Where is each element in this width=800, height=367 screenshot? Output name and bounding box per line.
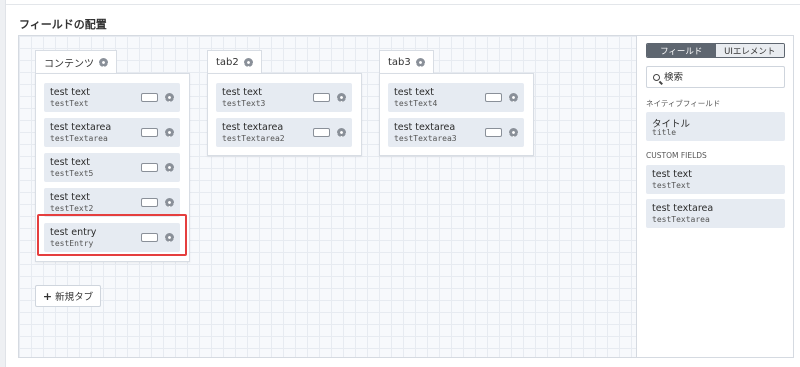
field-item[interactable]: test text testText5 <box>44 153 180 182</box>
field-label: test text <box>50 192 91 203</box>
visibility-toggle-icon[interactable] <box>141 163 158 172</box>
palette-field-item[interactable]: test textarea testTextarea <box>646 199 785 228</box>
tab-label: tab3 <box>388 57 411 68</box>
new-tab-button[interactable]: + 新規タブ <box>35 285 101 307</box>
visibility-toggle-icon[interactable] <box>485 128 502 137</box>
field-label: test text <box>50 157 91 168</box>
field-item[interactable]: test textarea testTextarea <box>44 118 180 147</box>
tab-header-tab3[interactable]: tab3 <box>379 50 434 74</box>
visibility-toggle-icon[interactable] <box>141 93 158 102</box>
palette-segmented-control: フィールド UIエレメント <box>646 43 785 58</box>
gear-icon[interactable] <box>165 198 174 207</box>
left-sidebar-edge <box>0 0 6 367</box>
field-item[interactable]: test textarea testTextarea3 <box>388 118 524 147</box>
field-code: testTextarea3 <box>394 134 457 143</box>
field-code: testText4 <box>394 99 438 108</box>
segment-fields[interactable]: フィールド <box>647 44 716 57</box>
gear-icon[interactable] <box>509 128 518 137</box>
field-code: testText <box>50 99 89 108</box>
visibility-toggle-icon[interactable] <box>141 198 158 207</box>
tab-label: tab2 <box>216 57 239 68</box>
field-item[interactable]: test text testText3 <box>216 83 352 112</box>
gear-icon[interactable] <box>165 93 174 102</box>
search-input[interactable] <box>664 71 774 83</box>
palette-field-item[interactable]: タイトル title <box>646 112 785 141</box>
plus-icon: + <box>42 289 53 303</box>
tab-label: コンテンツ <box>44 59 94 70</box>
field-code: testText5 <box>50 169 94 178</box>
gear-icon[interactable] <box>337 93 346 102</box>
gear-icon[interactable] <box>243 58 253 67</box>
gear-icon[interactable] <box>165 128 174 137</box>
gear-icon[interactable] <box>165 163 174 172</box>
gear-icon[interactable] <box>509 93 518 102</box>
field-code: testText3 <box>222 99 266 108</box>
field-code: testTextarea2 <box>222 134 285 143</box>
search-icon <box>653 73 660 81</box>
field-code: testText <box>652 181 691 190</box>
visibility-toggle-icon[interactable] <box>141 128 158 137</box>
segment-ui-elements[interactable]: UIエレメント <box>715 44 784 57</box>
search-box[interactable] <box>646 66 785 88</box>
native-fields-heading: ネイティブフィールド <box>646 99 721 108</box>
top-divider <box>6 0 800 5</box>
field-label: test textarea <box>652 203 714 214</box>
field-label: test text <box>652 169 693 180</box>
field-label: test textarea <box>394 122 456 133</box>
visibility-toggle-icon[interactable] <box>313 128 330 137</box>
visibility-toggle-icon[interactable] <box>485 93 502 102</box>
gear-icon[interactable] <box>99 58 108 67</box>
field-label: test text <box>222 87 263 98</box>
field-code: title <box>652 128 677 137</box>
field-label: test text <box>50 87 91 98</box>
field-code: testTextarea <box>50 134 108 143</box>
tab-header-tab2[interactable]: tab2 <box>207 50 262 74</box>
field-item[interactable]: test text testText2 <box>44 188 180 217</box>
tab-header-contents[interactable]: コンテンツ <box>35 50 117 74</box>
section-title: フィールドの配置 <box>19 18 107 31</box>
selection-highlight <box>37 214 187 256</box>
field-label: test textarea <box>222 122 284 133</box>
field-code: testTextarea <box>652 215 710 224</box>
gear-icon[interactable] <box>337 128 346 137</box>
field-label: test textarea <box>50 122 112 133</box>
field-item[interactable]: test textarea testTextarea2 <box>216 118 352 147</box>
visibility-toggle-icon[interactable] <box>313 93 330 102</box>
new-tab-label: 新規タブ <box>55 292 94 303</box>
tab-card-tab2: test text testText3 test textarea testTe… <box>207 73 362 156</box>
field-palette-sidebar: フィールド UIエレメント ネイティブフィールド タイトル title CUST… <box>636 36 793 357</box>
field-item[interactable]: test text testText4 <box>388 83 524 112</box>
palette-field-item[interactable]: test text testText <box>646 165 785 194</box>
field-item[interactable]: test text testText <box>44 83 180 112</box>
field-code: testText2 <box>50 204 94 213</box>
field-label: test text <box>394 87 435 98</box>
tab-card-tab3: test text testText4 test textarea testTe… <box>379 73 534 156</box>
custom-fields-heading: CUSTOM FIELDS <box>646 151 707 160</box>
gear-icon[interactable] <box>415 58 425 67</box>
